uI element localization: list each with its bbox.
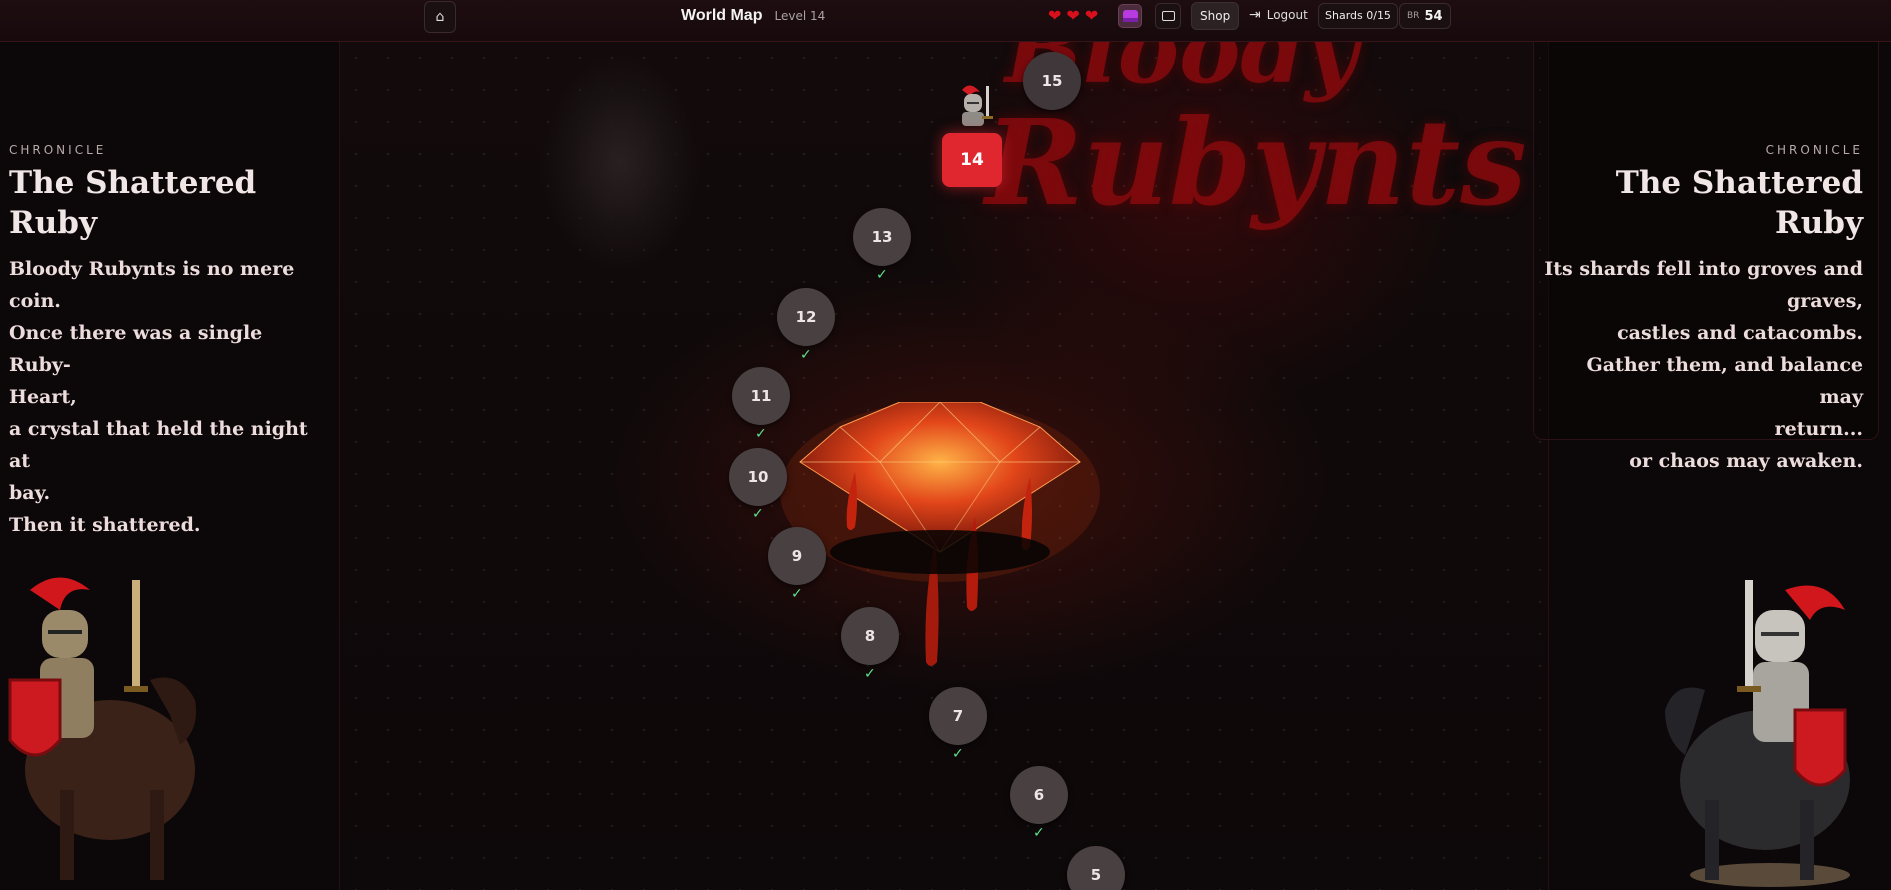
heart-icon: ❤ (1066, 6, 1080, 25)
level-node-13[interactable]: 13 (853, 208, 911, 266)
lives-hearts: ❤ ❤ ❤ (1048, 7, 1098, 25)
completed-check-icon: ✓ (1033, 825, 1045, 841)
treasure-chest-icon[interactable] (1118, 4, 1142, 28)
completed-check-icon: ✓ (876, 267, 888, 283)
top-bar: ⌂ World Map Level 14 ❤ ❤ ❤ Shop ⇥ Logout… (0, 0, 1891, 42)
level-node-9[interactable]: 9 (768, 527, 826, 585)
level-node-8[interactable]: 8 (841, 607, 899, 665)
completed-check-icon: ✓ (755, 426, 767, 442)
br-value: 54 (1424, 8, 1443, 24)
wallet-icon (1161, 11, 1175, 21)
chronicle-text: Its shards fell into groves and graves, … (1544, 258, 1863, 472)
level-node-11[interactable]: 11 (732, 367, 790, 425)
br-label: BR (1407, 11, 1420, 21)
chronicle-title: The Shattered Ruby (9, 165, 257, 241)
ruby-gem-icon (780, 402, 1100, 666)
chronicle-panel-right: CHRONICLE The Shattered Ruby Its shards … (1541, 143, 1863, 477)
level-node-14-current[interactable]: 14 (942, 133, 1002, 187)
mounted-knight-icon (8, 577, 196, 880)
br-badge: BR 54 (1399, 3, 1451, 29)
logout-button[interactable]: ⇥ Logout (1249, 8, 1308, 22)
chronicle-title: The Shattered Ruby (1615, 165, 1863, 241)
level-node-7[interactable]: 7 (929, 687, 987, 745)
logout-label: Logout (1266, 8, 1308, 22)
chronicle-label: CHRONICLE (1765, 143, 1863, 157)
completed-check-icon: ✓ (791, 586, 803, 602)
page-title: World Map (681, 7, 763, 24)
world-map: Bloody Rubynts 15 14 13 ✓ 12 ✓ 11 ✓ 10 ✓… (339, 42, 1549, 890)
chronicle-label: CHRONICLE (9, 143, 107, 157)
level-node-5[interactable]: 5 (1067, 846, 1125, 890)
chronicle-panel-left: CHRONICLE The Shattered Ruby Bloody Ruby… (9, 143, 329, 541)
player-knight-token (952, 82, 996, 138)
home-icon: ⌂ (435, 9, 445, 25)
home-button[interactable]: ⌂ (424, 1, 456, 33)
completed-check-icon: ✓ (864, 666, 876, 682)
completed-check-icon: ✓ (752, 506, 764, 522)
mounted-knight-icon (1665, 580, 1850, 887)
heart-icon: ❤ (1048, 6, 1062, 25)
shards-badge: Shards 0/15 (1318, 3, 1398, 29)
background-figure (510, 52, 710, 432)
wallet-button[interactable] (1155, 3, 1181, 29)
shop-button[interactable]: Shop (1191, 2, 1240, 30)
title-group: World Map Level 14 (681, 7, 825, 25)
chronicle-text: Bloody Rubynts is no mere coin. Once the… (9, 258, 308, 536)
completed-check-icon: ✓ (952, 746, 964, 762)
level-node-15[interactable]: 15 (1023, 52, 1081, 110)
completed-check-icon: ✓ (800, 347, 812, 363)
logout-icon: ⇥ (1249, 7, 1261, 23)
level-node-12[interactable]: 12 (777, 288, 835, 346)
level-node-10[interactable]: 10 (729, 448, 787, 506)
level-node-6[interactable]: 6 (1010, 766, 1068, 824)
level-label: Level 14 (774, 9, 826, 23)
heart-icon: ❤ (1084, 6, 1099, 25)
